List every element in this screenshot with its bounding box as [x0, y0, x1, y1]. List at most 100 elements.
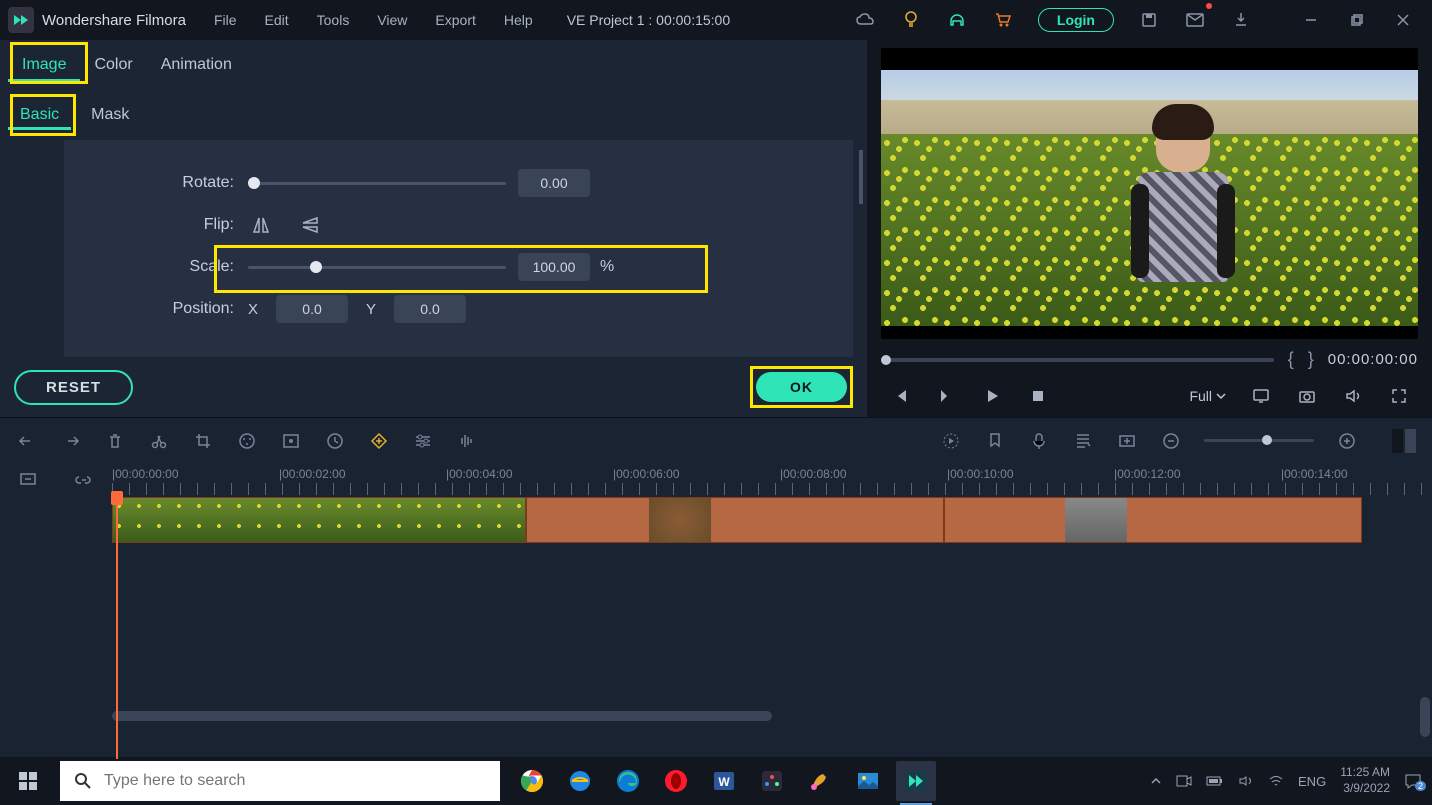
video-track-1[interactable] — [112, 497, 1362, 545]
timeline-vscroll[interactable] — [1420, 697, 1430, 737]
search-box[interactable] — [60, 761, 500, 801]
snapshot-icon[interactable] — [1288, 379, 1326, 413]
rotate-value[interactable]: 0.00 — [518, 169, 590, 197]
task-photos-icon[interactable] — [848, 761, 888, 801]
title-bar: Wondershare Filmora File Edit Tools View… — [0, 0, 1432, 40]
ok-button[interactable]: OK — [756, 372, 847, 402]
green-screen-icon[interactable] — [280, 430, 302, 452]
step-back-button[interactable] — [927, 379, 965, 413]
menu-edit[interactable]: Edit — [253, 12, 301, 28]
menu-help[interactable]: Help — [492, 12, 545, 28]
task-ie-icon[interactable] — [560, 761, 600, 801]
delete-icon[interactable] — [104, 430, 126, 452]
subtab-basic[interactable]: Basic — [8, 100, 71, 130]
scrollbar[interactable] — [859, 150, 863, 204]
auto-ripple-icon[interactable] — [17, 469, 39, 491]
marker-icon[interactable] — [984, 430, 1006, 452]
zoom-out-icon[interactable] — [1160, 430, 1182, 452]
cart-icon[interactable] — [988, 5, 1018, 35]
task-filmora-icon[interactable] — [896, 761, 936, 801]
quality-select[interactable]: Full — [1181, 388, 1234, 404]
tray-chevron-icon[interactable] — [1150, 776, 1162, 786]
menu-view[interactable]: View — [365, 12, 419, 28]
menu-export[interactable]: Export — [423, 12, 487, 28]
menu-tools[interactable]: Tools — [305, 12, 362, 28]
link-icon[interactable] — [73, 469, 95, 491]
scale-slider[interactable] — [248, 266, 506, 269]
mark-in-icon[interactable]: { — [1288, 349, 1294, 370]
mic-icon[interactable] — [1028, 430, 1050, 452]
tab-color[interactable]: Color — [80, 48, 146, 82]
undo-icon[interactable] — [16, 430, 38, 452]
mark-out-icon[interactable]: } — [1308, 349, 1314, 370]
tab-animation[interactable]: Animation — [147, 48, 246, 82]
start-button[interactable] — [0, 757, 56, 805]
tray-battery-icon[interactable] — [1206, 775, 1224, 787]
tray-volume-icon[interactable] — [1238, 774, 1254, 788]
download-icon[interactable] — [1226, 5, 1256, 35]
mail-icon[interactable] — [1180, 5, 1210, 35]
render-preview-icon[interactable] — [940, 430, 962, 452]
tray-notifications-icon[interactable]: 2 — [1404, 773, 1422, 789]
tray-clock[interactable]: 11:25 AM 3/9/2022 — [1340, 765, 1390, 796]
keyframe-icon[interactable] — [368, 430, 390, 452]
search-input[interactable] — [104, 772, 486, 790]
reset-button[interactable]: RESET — [14, 370, 133, 405]
menu-file[interactable]: File — [202, 12, 249, 28]
zoom-in-icon[interactable] — [1336, 430, 1358, 452]
ruler-mark: |00:00:12:00 — [1114, 467, 1181, 481]
adjust-icon[interactable] — [412, 430, 434, 452]
minimize-button[interactable] — [1290, 5, 1332, 35]
save-icon[interactable] — [1134, 5, 1164, 35]
split-icon[interactable] — [148, 430, 170, 452]
clip-3[interactable] — [944, 497, 1362, 543]
volume-icon[interactable] — [1334, 379, 1372, 413]
project-title: VE Project 1 : 00:00:15:00 — [567, 12, 730, 28]
timeline-ruler[interactable]: |00:00:00:00|00:00:02:00|00:00:04:00|00:… — [112, 463, 1432, 497]
scale-value[interactable]: 100.00 — [518, 253, 590, 281]
crop-icon[interactable] — [192, 430, 214, 452]
maximize-button[interactable] — [1336, 5, 1378, 35]
cloud-icon[interactable] — [850, 5, 880, 35]
headset-icon[interactable] — [942, 5, 972, 35]
task-paint-icon[interactable] — [800, 761, 840, 801]
task-resolve-icon[interactable] — [752, 761, 792, 801]
timeline-hscroll[interactable] — [112, 711, 772, 721]
preview-scrubber[interactable] — [881, 358, 1274, 362]
zoom-slider[interactable] — [1204, 439, 1314, 442]
tab-image[interactable]: Image — [8, 48, 80, 82]
mixer-icon[interactable] — [1072, 430, 1094, 452]
task-edge-icon[interactable] — [608, 761, 648, 801]
playhead[interactable] — [116, 497, 118, 759]
flip-vertical-icon[interactable] — [298, 212, 324, 238]
speed-icon[interactable] — [324, 430, 346, 452]
login-button[interactable]: Login — [1038, 8, 1114, 32]
task-chrome-icon[interactable] — [512, 761, 552, 801]
clip-1[interactable] — [112, 497, 526, 543]
add-track-icon[interactable] — [1116, 430, 1138, 452]
redo-icon[interactable] — [60, 430, 82, 452]
preview-time: 00:00:00:00 — [1328, 351, 1418, 368]
tray-meet-icon[interactable] — [1176, 774, 1192, 788]
pos-x-value[interactable]: 0.0 — [276, 295, 348, 323]
lightbulb-icon[interactable] — [896, 5, 926, 35]
fullscreen-icon[interactable] — [1380, 379, 1418, 413]
task-word-icon[interactable]: W — [704, 761, 744, 801]
track-view-switch[interactable] — [1390, 429, 1416, 453]
subtab-mask[interactable]: Mask — [79, 100, 141, 130]
pos-y-value[interactable]: 0.0 — [394, 295, 466, 323]
rotate-slider[interactable] — [248, 182, 506, 185]
prev-frame-button[interactable] — [881, 379, 919, 413]
stop-button[interactable] — [1019, 379, 1057, 413]
flip-horizontal-icon[interactable] — [248, 212, 274, 238]
tray-lang[interactable]: ENG — [1298, 774, 1326, 789]
preview-video[interactable] — [881, 48, 1418, 339]
close-button[interactable] — [1382, 5, 1424, 35]
audio-wave-icon[interactable] — [456, 430, 478, 452]
play-button[interactable] — [973, 379, 1011, 413]
color-icon[interactable] — [236, 430, 258, 452]
task-opera-icon[interactable] — [656, 761, 696, 801]
tray-wifi-icon[interactable] — [1268, 774, 1284, 788]
render-icon[interactable] — [1242, 379, 1280, 413]
clip-2[interactable] — [526, 497, 944, 543]
